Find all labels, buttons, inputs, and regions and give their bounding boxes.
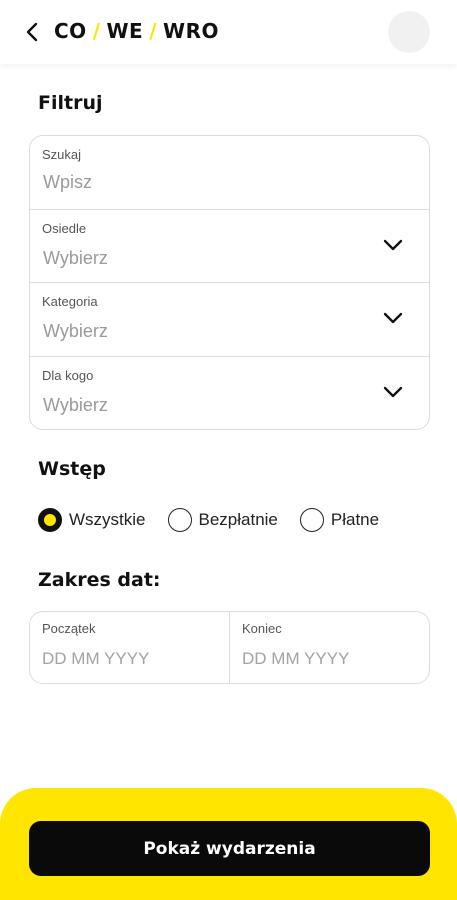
search-label: Szukaj bbox=[42, 147, 82, 162]
app-logo: CO / WE / WRO bbox=[54, 19, 219, 43]
radio-label: Wszystkie bbox=[69, 510, 146, 529]
chevron-down-icon bbox=[383, 312, 403, 324]
chevron-down-icon bbox=[383, 386, 403, 397]
start-date-label: Początek bbox=[42, 621, 96, 636]
date-range-fields: Początek DD MM YYYY Koniec DD MM YYYY bbox=[29, 611, 430, 684]
back-button[interactable] bbox=[18, 18, 46, 46]
admission-title: Wstęp bbox=[38, 458, 106, 480]
audience-value: Wybierz bbox=[43, 394, 108, 415]
logo-part-we: WE bbox=[106, 19, 144, 43]
show-events-button[interactable]: Pokaż wydarzenia bbox=[29, 821, 430, 876]
search-input[interactable] bbox=[43, 172, 363, 193]
neighborhood-label: Osiedle bbox=[42, 220, 87, 236]
admission-radio-group: Wszystkie Bezpłatnie Płatne bbox=[38, 508, 401, 532]
category-select[interactable]: Kategoria Wybierz bbox=[30, 283, 429, 357]
radio-paid[interactable]: Płatne bbox=[299, 508, 380, 532]
app-header: CO / WE / WRO bbox=[0, 0, 457, 64]
chevron-left-icon bbox=[26, 22, 38, 42]
radio-label: Płatne bbox=[330, 510, 380, 529]
category-label: Kategoria bbox=[42, 294, 98, 309]
date-range-title: Zakres dat: bbox=[38, 569, 161, 591]
avatar[interactable] bbox=[388, 11, 430, 53]
audience-select[interactable]: Dla kogo Wybierz bbox=[30, 357, 429, 430]
radio-selected-icon bbox=[38, 508, 62, 532]
start-date-field[interactable]: Początek DD MM YYYY bbox=[30, 612, 229, 683]
end-date-placeholder: DD MM YYYY bbox=[242, 649, 350, 668]
radio-unselected-icon bbox=[299, 508, 324, 532]
end-date-field[interactable]: Koniec DD MM YYYY bbox=[229, 612, 429, 683]
logo-slash: / bbox=[92, 19, 101, 43]
radio-label: Bezpłatnie bbox=[198, 510, 278, 529]
radio-unselected-icon bbox=[167, 508, 192, 532]
end-date-label: Koniec bbox=[242, 621, 282, 636]
radio-all[interactable]: Wszystkie bbox=[38, 508, 146, 532]
chevron-down-icon bbox=[383, 239, 403, 250]
audience-label: Dla kogo bbox=[42, 367, 94, 383]
logo-part-co: CO bbox=[54, 19, 87, 43]
neighborhood-value: Wybierz bbox=[43, 247, 108, 268]
search-field[interactable]: Szukaj bbox=[30, 136, 429, 210]
filter-title: Filtruj bbox=[38, 92, 103, 114]
logo-part-wro: WRO bbox=[163, 19, 220, 43]
filter-form: Szukaj Osiedle Wybierz Kategoria Wybierz… bbox=[29, 135, 430, 430]
neighborhood-select[interactable]: Osiedle Wybierz bbox=[30, 210, 429, 283]
category-value: Wybierz bbox=[43, 321, 108, 341]
logo-slash: / bbox=[149, 19, 158, 43]
radio-free[interactable]: Bezpłatnie bbox=[167, 508, 278, 532]
start-date-placeholder: DD MM YYYY bbox=[42, 649, 150, 668]
